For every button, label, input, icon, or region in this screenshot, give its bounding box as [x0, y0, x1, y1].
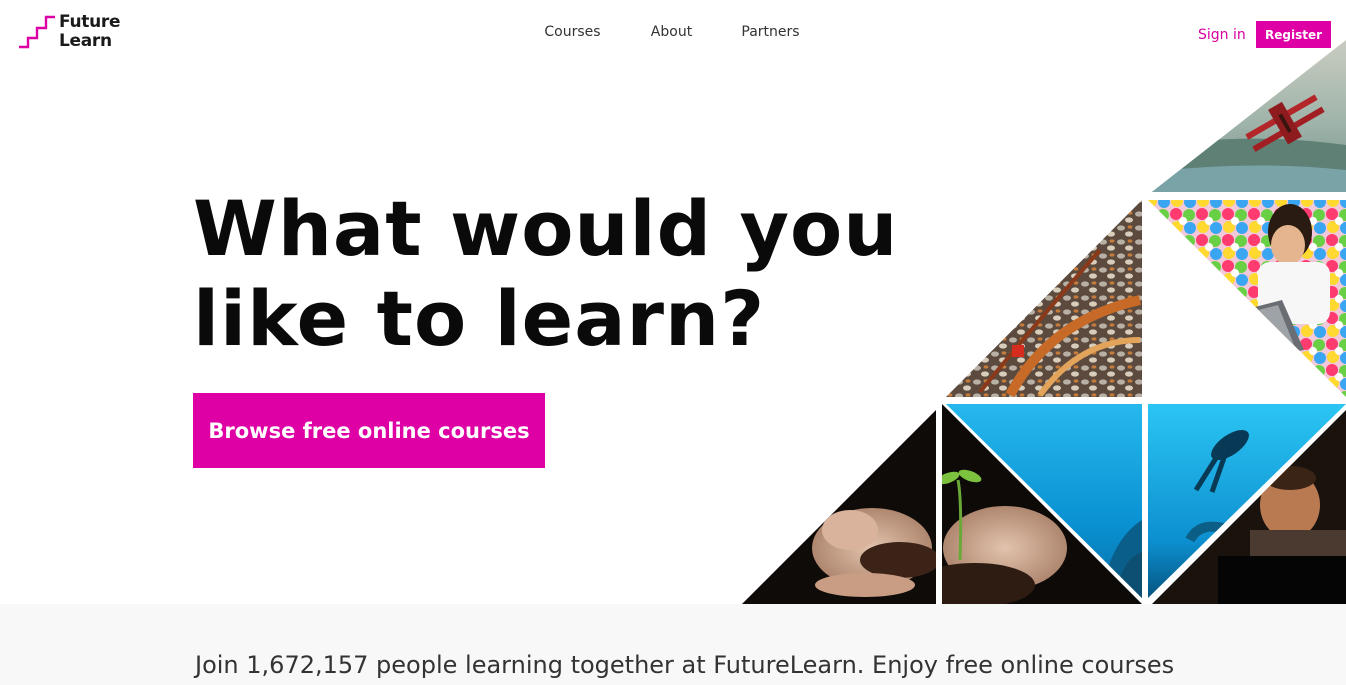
browse-courses-button[interactable]: Browse free online courses: [193, 393, 545, 468]
hero-title-line-1: What would you: [193, 184, 899, 273]
mosaic-hands-soil: [742, 410, 936, 604]
mosaic-biplane-painting: [1152, 40, 1346, 192]
hero-title: What would you like to learn?: [193, 184, 913, 364]
stats-band: Join 1,672,157 people learning together …: [0, 604, 1346, 685]
learner-count-text: Join 1,672,157 people learning together …: [195, 651, 1175, 679]
hero-title-line-2: like to learn?: [193, 274, 766, 363]
mosaic-child-laptop-ball-pit: [1148, 200, 1346, 397]
mosaic-coins-texture: [946, 200, 1142, 397]
